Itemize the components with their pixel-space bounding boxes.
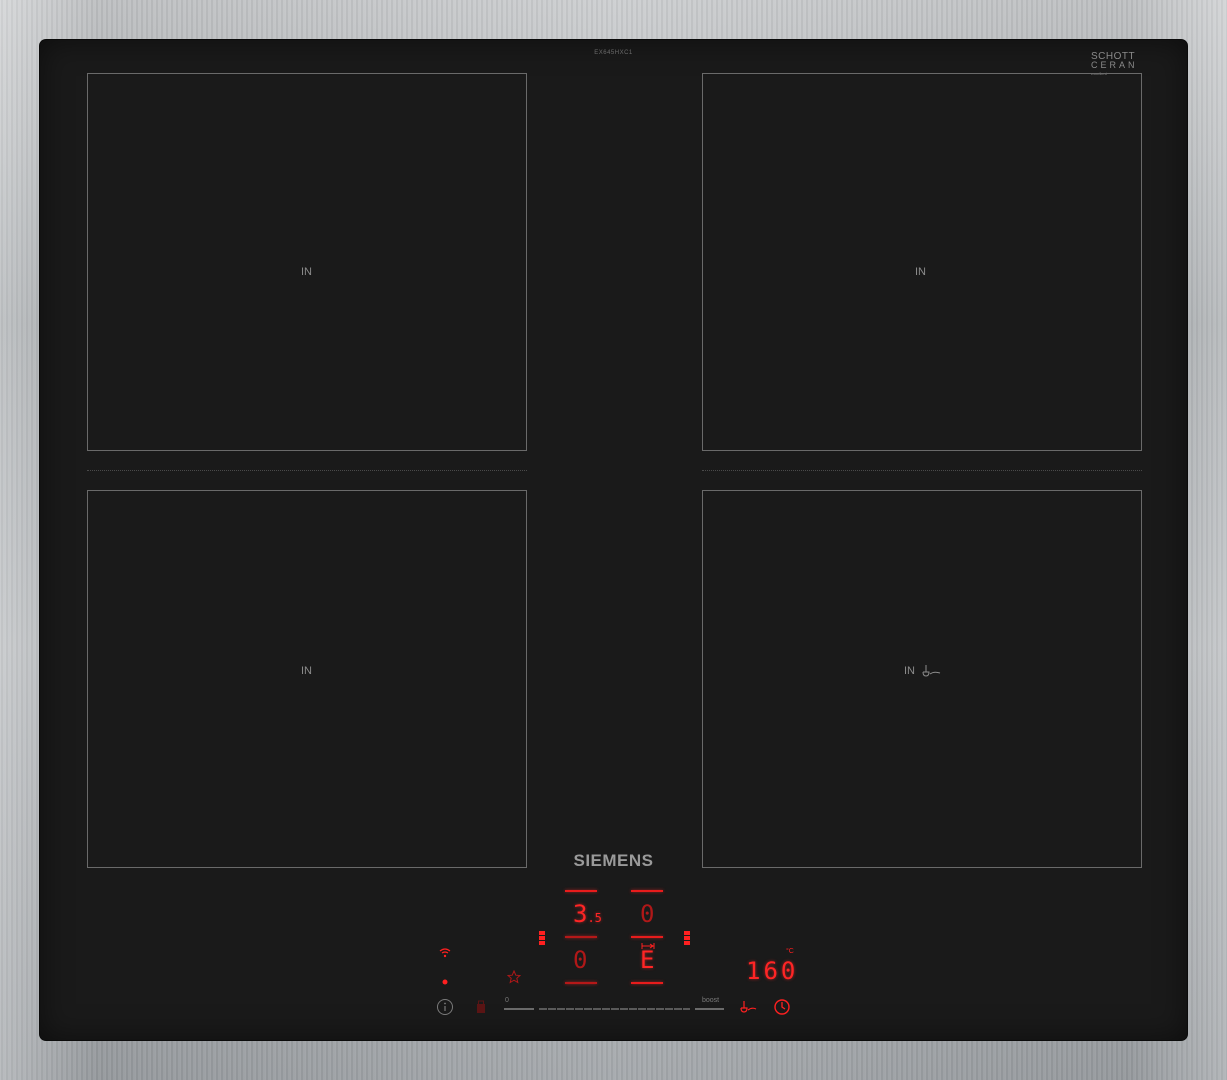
zone-divider-right <box>702 470 1142 471</box>
zone-bar-bottom-right <box>631 982 663 984</box>
info-icon[interactable] <box>436 998 454 1016</box>
zone-bar-mid-right <box>631 936 663 938</box>
power-level-display-front-left[interactable]: 0 <box>573 946 587 974</box>
lock-icon[interactable] <box>476 1000 486 1014</box>
zone-label-front-left: IN <box>301 665 312 677</box>
zone-label-rear-right: IN <box>915 266 926 278</box>
power-level-display-rear-right[interactable]: 0 <box>640 900 654 928</box>
zone-bar-bottom-left <box>565 982 597 984</box>
cooking-zone-rear-right[interactable] <box>702 73 1142 451</box>
cooking-zone-rear-left[interactable] <box>87 73 527 451</box>
status-dot-icon <box>442 979 448 985</box>
cooking-zone-front-left[interactable] <box>87 490 527 868</box>
siemens-logo: SIEMENS <box>573 851 654 870</box>
cooktop-glass: EX645HXC1 SCHOTT CERAN excellent IN IN I… <box>40 40 1187 1040</box>
zone-select-right-icon[interactable] <box>683 930 691 946</box>
slider-boost-segment[interactable] <box>695 1008 724 1010</box>
zone-select-left-icon[interactable] <box>538 930 546 946</box>
move-mode-icon <box>641 943 655 949</box>
timer-icon[interactable] <box>773 998 791 1016</box>
zone-bar-top-right <box>631 890 663 892</box>
wifi-icon[interactable] <box>439 948 451 958</box>
pan-sensor-icon <box>922 665 941 677</box>
power-level-display-front-right[interactable]: E <box>640 946 654 974</box>
power-slider[interactable] <box>539 1008 690 1010</box>
schott-logo-line2: CERAN <box>1091 60 1138 70</box>
temperature-display[interactable]: 160 <box>746 957 798 985</box>
slider-start-segment[interactable] <box>504 1008 534 1010</box>
zone-bar-top-left <box>565 890 597 892</box>
cooking-zone-front-right[interactable] <box>702 490 1142 868</box>
slider-min-label: 0 <box>505 997 509 1004</box>
power-level-display-rear-left[interactable]: 3.5 <box>573 900 602 928</box>
model-label: EX645HXC1 <box>594 50 633 56</box>
zone-label-front-right: IN <box>904 665 915 677</box>
slider-max-label: boost <box>702 997 720 1004</box>
zone-label-rear-left: IN <box>301 266 312 278</box>
temperature-unit-label: °C <box>786 948 794 955</box>
zone-divider-left <box>87 470 527 471</box>
star-icon[interactable] <box>507 970 521 984</box>
frying-sensor-icon[interactable] <box>739 1000 757 1014</box>
zone-bar-mid-left <box>565 936 597 938</box>
